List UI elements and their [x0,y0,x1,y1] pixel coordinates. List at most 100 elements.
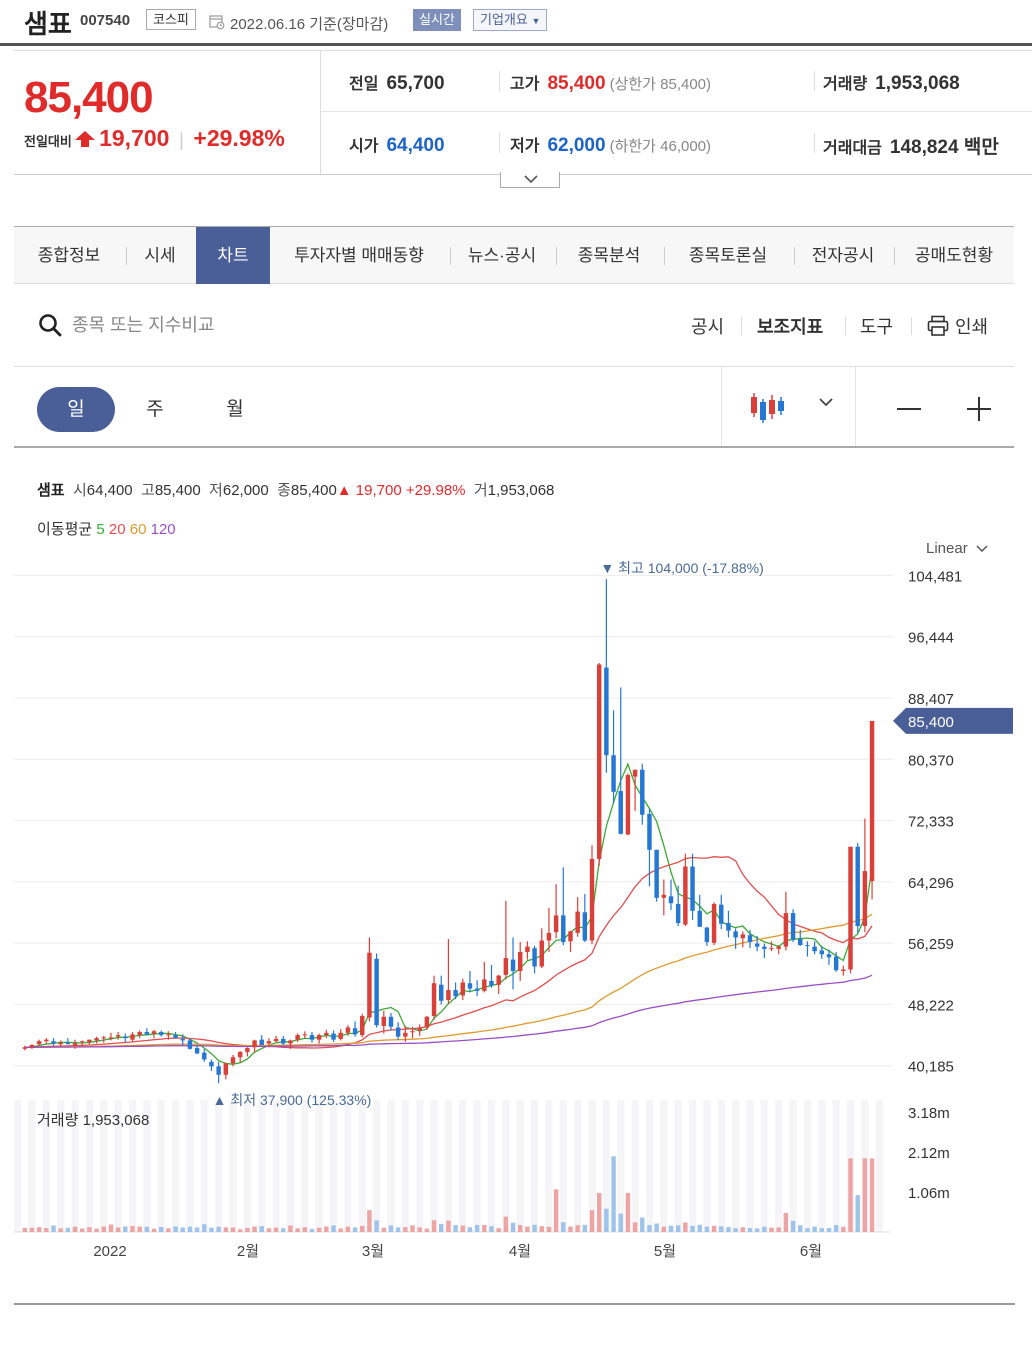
open-price: 시가 64,400 [349,132,445,157]
tab-5[interactable]: 종목분석 [556,227,662,284]
candle-body [561,915,566,943]
tools-link[interactable]: 도구 [860,313,893,339]
info-pct: +29.98% [405,482,466,499]
period-bar: 일 주 월 [14,367,1014,448]
volume-bar [711,1225,717,1232]
volume-bar [546,1226,552,1232]
tab-4[interactable]: 뉴스·공시 [450,227,554,284]
candle-body [324,1032,329,1036]
volume-bg-stripe [229,1100,237,1232]
period-week[interactable]: 주 [116,387,194,432]
candle-body [604,667,609,756]
candle-body [719,904,724,924]
info-low-label: 저 [209,482,223,499]
expand-button[interactable] [500,172,560,188]
period-day[interactable]: 일 [37,387,115,432]
scale-select[interactable]: Linear [926,540,988,557]
volume-bar [675,1225,681,1232]
volume-bg-stripe [530,1100,539,1232]
volume-bg-stripe [416,1100,424,1232]
main-tabs: 종합정보 시세 차트 투자자별 매매동향 뉴스·공시 종목분석 종목토론실 전자공시 공매도현황 [14,226,1014,284]
volume-bar [395,1227,401,1232]
volume-bar [130,1226,135,1232]
stock-chart[interactable]: 104,481 96,444 88,407 80,370 72,333 64,296 56,… [0,560,1032,1300]
candle-body [410,1031,415,1033]
tab-7[interactable]: 전자공시 [794,227,892,284]
volume-bg-stripe [243,1100,251,1232]
volume-bar [726,1227,731,1232]
candle-body [690,866,695,911]
zoom-out-icon[interactable] [889,389,929,429]
candle-body [661,894,667,898]
candle-body [216,1066,221,1075]
volume-bar [180,1227,185,1232]
candle-body [546,932,552,941]
company-overview-button[interactable]: 기업개요 ▼ [473,9,548,31]
volume-bar [733,1228,738,1232]
moving-average-legend: 이동평균 5 20 60 120 [37,518,176,539]
volume-bar [29,1227,35,1232]
volume-bar [618,1213,623,1232]
volume-bar [496,1228,501,1232]
candle-body [309,1035,315,1040]
volume-bg-stripe [832,1100,840,1232]
candle-body [632,769,638,777]
volume-bg-stripe [502,1100,510,1232]
tab-3[interactable]: 투자자별 매매동향 [270,227,448,284]
search-icon[interactable] [38,313,62,337]
tab-2[interactable]: 차트 [196,227,270,284]
zoom-in-icon[interactable] [959,389,999,429]
divider [845,317,846,335]
volume-bar [769,1227,774,1232]
tab-8[interactable]: 공매도현황 [894,227,1014,284]
info-close-label: 종 [277,482,291,499]
volume-bg-stripe [487,1100,496,1232]
tab-1[interactable]: 시세 [126,227,194,284]
volume-bar [431,1220,437,1232]
volume-bar [374,1220,379,1232]
disclosure-link[interactable]: 공시 [691,313,724,339]
info-high: 85,400 [154,482,201,499]
volume-bar [216,1226,221,1232]
current-price: 85,400 [24,73,154,122]
candlestick-icon[interactable] [750,391,786,425]
volume-bar [324,1226,329,1232]
volume-bar [158,1226,164,1232]
candle-body [747,935,753,943]
tab-6[interactable]: 종목토론실 [664,227,792,284]
stock-header: 샘표 007540 코스피 2022.06.16 기준(장마감) 실시간 기업개… [0,0,1032,46]
tab-0[interactable]: 종합정보 [14,227,124,284]
volume-label: 거래량 [823,76,868,93]
candle-body [819,950,825,955]
high-label: 고가 [510,76,540,93]
x-tick-label: 5월 [654,1243,676,1260]
info-change: ▲ 19,700 [336,482,402,499]
candle-body [841,969,846,972]
volume-bg-stripe [516,1100,524,1232]
volume-tick-label: 3.18m [908,1105,950,1122]
chevron-down-icon [976,545,988,553]
chevron-down-icon[interactable] [819,397,833,407]
volume-bg-stripe [14,1100,22,1232]
realtime-button[interactable]: 실시간 [413,9,461,31]
volume-bar [22,1227,27,1232]
candle-body [517,951,523,972]
volume-bg-stripe [746,1100,754,1232]
candle-body [101,1037,106,1039]
upper-limit: (상한가 85,400) [609,76,712,93]
volume-bg-stripe [315,1100,323,1232]
period-month[interactable]: 월 [196,387,274,432]
compare-search-input[interactable] [72,311,372,339]
tab-divider [556,247,557,265]
candle-body [611,755,616,792]
candle-body [403,1032,408,1037]
y-tick-label: 104,481 [908,568,962,585]
volume-bar [589,1210,595,1232]
volume-bg-stripe [559,1100,567,1232]
indicator-link[interactable]: 보조지표 [757,313,823,339]
print-link[interactable]: 인쇄 [955,313,988,339]
print-icon[interactable] [927,315,949,337]
ohlc-info: 샘표 시64,400 고85,400 저62,000 종85,400▲ 19,7… [37,479,554,500]
lower-limit: (하한가 46,000) [609,138,712,155]
volume-bar [101,1226,106,1232]
